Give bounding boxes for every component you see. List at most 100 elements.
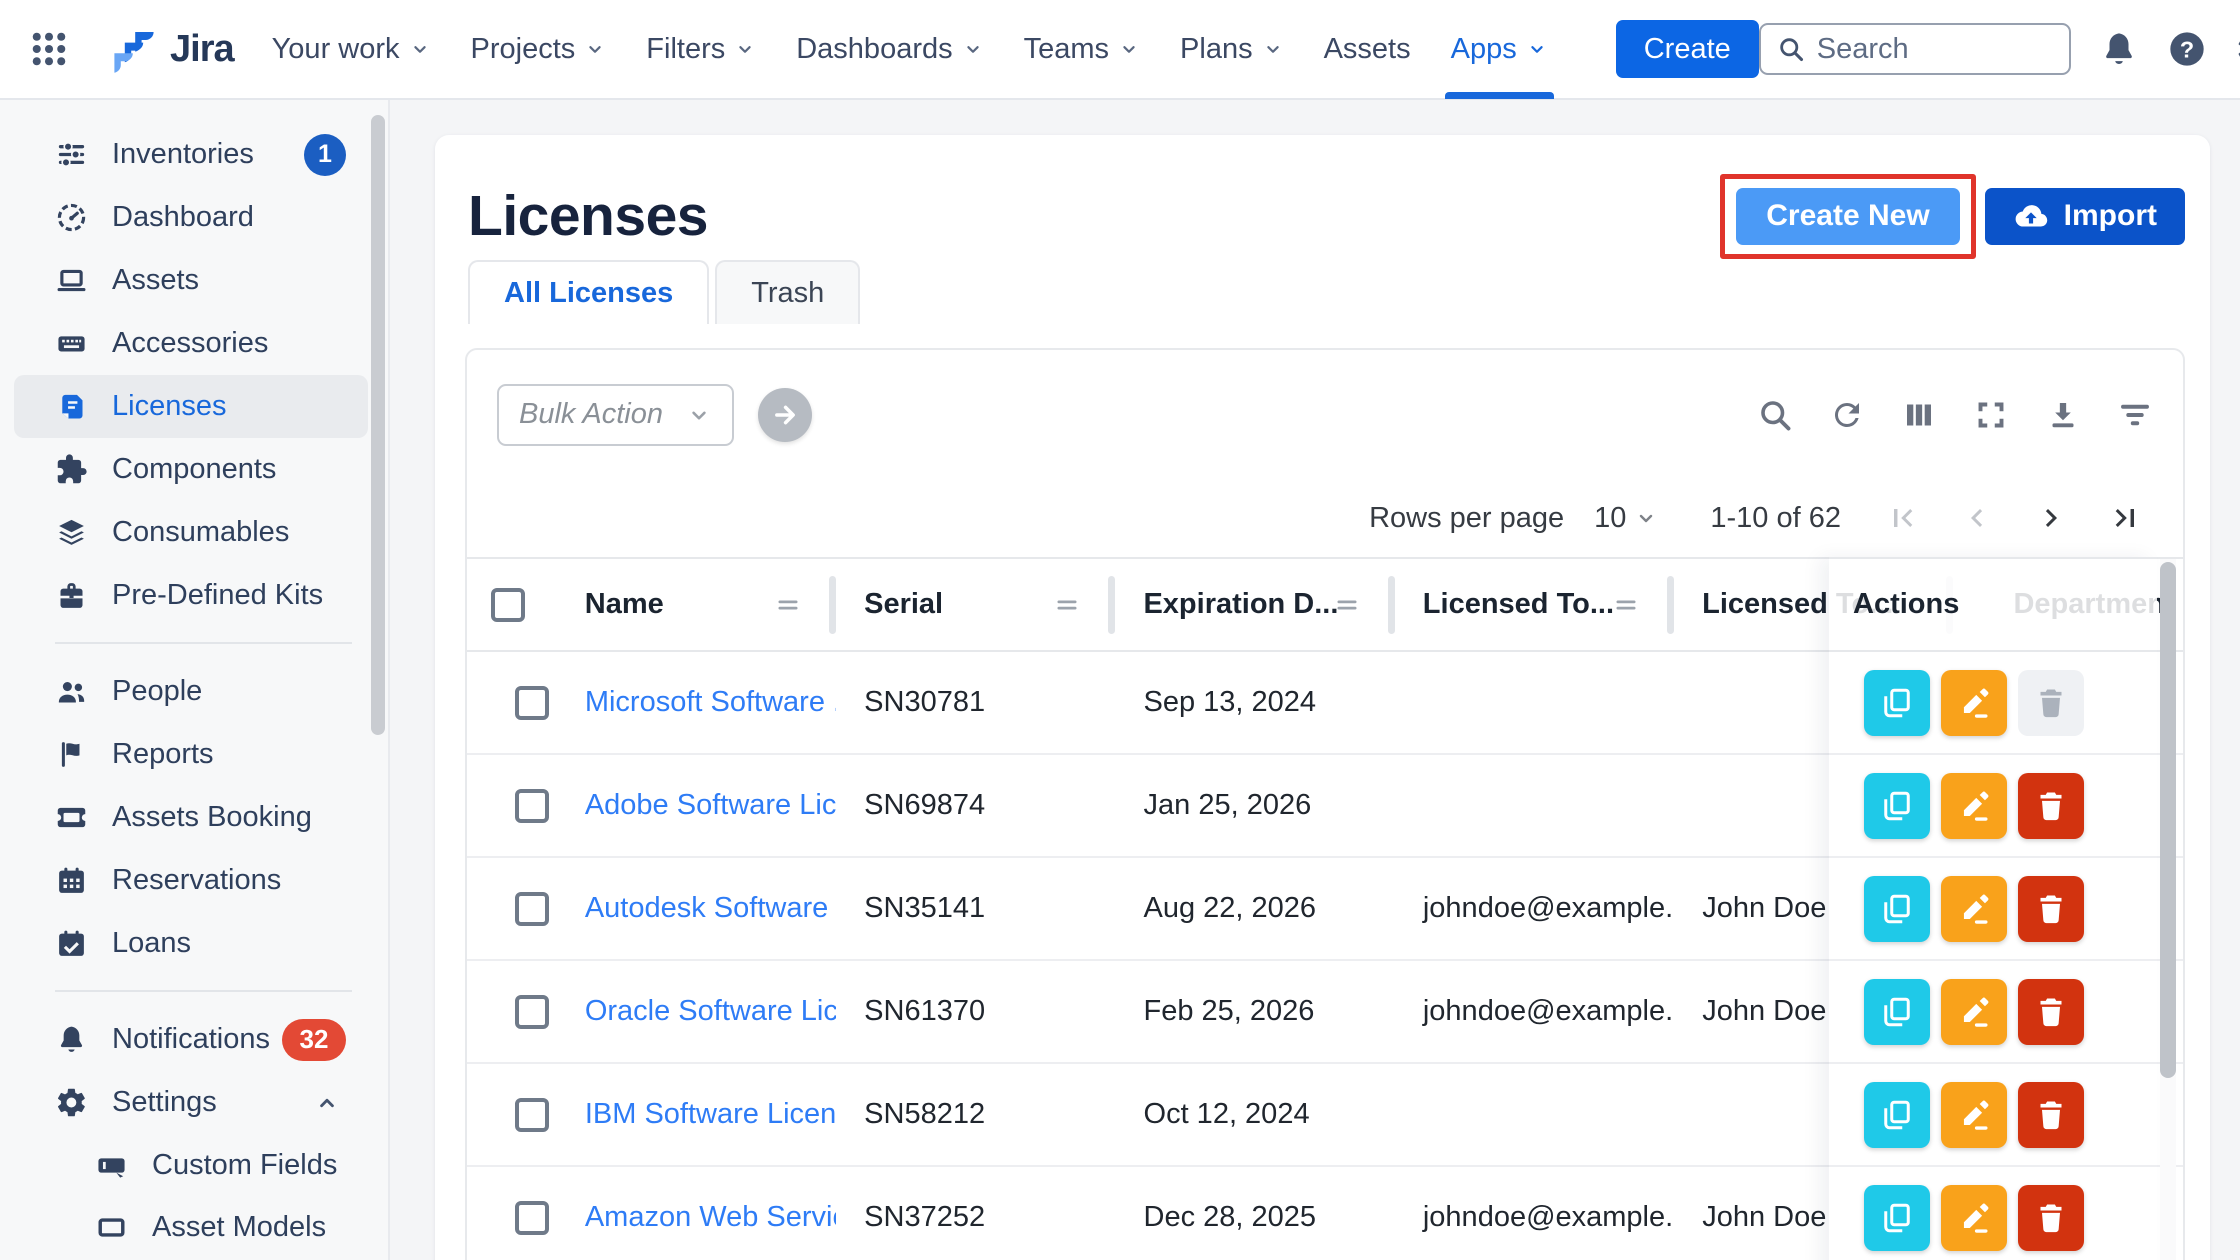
- delete-button[interactable]: [2018, 1082, 2084, 1148]
- clone-button[interactable]: [1864, 876, 1930, 942]
- import-button[interactable]: Import: [1985, 188, 2185, 245]
- create-button[interactable]: Create: [1616, 20, 1759, 78]
- search-icon[interactable]: [1757, 397, 1793, 433]
- license-name-link[interactable]: Autodesk Software L...: [557, 892, 836, 925]
- import-button-label: Import: [2064, 199, 2157, 233]
- clone-button[interactable]: [1864, 1185, 1930, 1251]
- nav-item-apps[interactable]: Apps: [1451, 0, 1548, 99]
- bulk-action-submit-button[interactable]: [758, 388, 812, 442]
- column-menu-icon[interactable]: [1333, 591, 1361, 619]
- help-icon[interactable]: ?: [2167, 29, 2207, 69]
- nav-item-label: Dashboards: [796, 33, 952, 66]
- refresh-icon[interactable]: [1829, 397, 1865, 433]
- license-name-link[interactable]: Oracle Software Lic...: [557, 995, 836, 1028]
- sidebar-item-licenses[interactable]: Licenses: [14, 375, 368, 438]
- serial-cell: SN58212: [836, 1098, 1115, 1131]
- sidebar-item-settings[interactable]: Settings: [14, 1071, 368, 1134]
- row-checkbox[interactable]: [515, 995, 549, 1029]
- download-icon[interactable]: [2045, 397, 2081, 433]
- sidebar-item-pre-defined-kits[interactable]: Pre-Defined Kits: [14, 564, 368, 627]
- filter-icon[interactable]: [2117, 397, 2153, 433]
- column-header-3[interactable]: Expiration D...: [1115, 559, 1394, 650]
- gear-icon[interactable]: [2235, 29, 2240, 69]
- nav-item-dashboards[interactable]: Dashboards: [796, 0, 983, 99]
- nav-item-teams[interactable]: Teams: [1024, 0, 1140, 99]
- column-header-2[interactable]: Serial: [836, 559, 1115, 650]
- sidebar-item-reservations[interactable]: Reservations: [14, 849, 368, 912]
- clone-button[interactable]: [1864, 1082, 1930, 1148]
- nav-item-filters[interactable]: Filters: [646, 0, 756, 99]
- sidebar-item-components[interactable]: Components: [14, 438, 368, 501]
- bell-icon[interactable]: [2099, 29, 2139, 69]
- license-name-link[interactable]: Microsoft Software ...: [557, 686, 836, 719]
- bulk-action-select[interactable]: Bulk Action: [497, 384, 734, 446]
- row-checkbox-cell: [467, 995, 557, 1029]
- sidebar-item-assets-booking[interactable]: Assets Booking: [14, 786, 368, 849]
- rows-per-page-select[interactable]: 10: [1594, 502, 1658, 535]
- nav-item-plans[interactable]: Plans: [1180, 0, 1284, 99]
- sidebar-item-custom-fields[interactable]: Custom Fields: [14, 1134, 368, 1196]
- edit-button[interactable]: [1941, 1082, 2007, 1148]
- edit-button[interactable]: [1941, 876, 2007, 942]
- last-page-button[interactable]: [2107, 500, 2143, 536]
- column-menu-icon[interactable]: [1053, 591, 1081, 619]
- tab-bar: All LicensesTrash: [468, 260, 866, 324]
- edit-button[interactable]: [1941, 670, 2007, 736]
- chevron-down-icon: [584, 38, 606, 60]
- row-checkbox[interactable]: [515, 1098, 549, 1132]
- fullscreen-icon[interactable]: [1973, 397, 2009, 433]
- edit-button[interactable]: [1941, 773, 2007, 839]
- sidebar-scrollbar-thumb[interactable]: [371, 115, 385, 735]
- jira-logo[interactable]: Jira: [108, 23, 234, 75]
- column-menu-icon[interactable]: [774, 591, 802, 619]
- delete-button[interactable]: [2018, 1185, 2084, 1251]
- edit-button[interactable]: [1941, 1185, 2007, 1251]
- row-checkbox[interactable]: [515, 789, 549, 823]
- svg-text:?: ?: [2180, 36, 2194, 62]
- table-scrollbar-thumb[interactable]: [2160, 562, 2176, 1078]
- license-name-link[interactable]: Amazon Web Servic...: [557, 1201, 836, 1234]
- nav-item-assets[interactable]: Assets: [1324, 0, 1411, 99]
- nav-item-projects[interactable]: Projects: [471, 0, 607, 99]
- clone-button[interactable]: [1864, 979, 1930, 1045]
- pagination-controls: [1885, 500, 2143, 536]
- licensed-to-cell: johndoe@example.com: [1395, 892, 1674, 925]
- select-all-checkbox[interactable]: [491, 588, 525, 622]
- delete-button[interactable]: [2018, 979, 2084, 1045]
- delete-button[interactable]: [2018, 773, 2084, 839]
- sidebar-item-loans[interactable]: Loans: [14, 912, 368, 975]
- asset-models-icon: [95, 1211, 128, 1244]
- row-checkbox[interactable]: [515, 892, 549, 926]
- global-search[interactable]: [1759, 23, 2071, 75]
- sidebar-item-accessories[interactable]: Accessories: [14, 312, 368, 375]
- column-menu-icon[interactable]: [1612, 591, 1640, 619]
- sidebar-item-assets[interactable]: Assets: [14, 249, 368, 312]
- sidebar-item-asset-models[interactable]: Asset Models: [14, 1196, 368, 1258]
- license-name-link[interactable]: IBM Software Licens...: [557, 1098, 836, 1131]
- app-switcher-icon[interactable]: [28, 28, 70, 70]
- sidebar-item-dashboard[interactable]: Dashboard: [14, 186, 368, 249]
- create-new-button[interactable]: Create New: [1736, 188, 1959, 245]
- sidebar-item-inventories[interactable]: Inventories1: [14, 123, 368, 186]
- sidebar-item-notifications[interactable]: Notifications32: [14, 1008, 368, 1071]
- delete-button[interactable]: [2018, 876, 2084, 942]
- sidebar-item-reports[interactable]: Reports: [14, 723, 368, 786]
- clone-button[interactable]: [1864, 773, 1930, 839]
- tab-all-licenses[interactable]: All Licenses: [468, 260, 709, 324]
- search-input[interactable]: [1817, 33, 2053, 66]
- sidebar-item-label: Assets: [112, 264, 199, 297]
- edit-button[interactable]: [1941, 979, 2007, 1045]
- license-name-link[interactable]: Adobe Software Lice...: [557, 789, 836, 822]
- tab-trash[interactable]: Trash: [715, 260, 860, 324]
- row-checkbox[interactable]: [515, 686, 549, 720]
- clone-button[interactable]: [1864, 670, 1930, 736]
- nav-item-your-work[interactable]: Your work: [272, 0, 431, 99]
- columns-icon[interactable]: [1901, 397, 1937, 433]
- sidebar-item-people[interactable]: People: [14, 660, 368, 723]
- kits-icon: [55, 579, 88, 612]
- column-header-1[interactable]: Name: [557, 559, 836, 650]
- sidebar-item-consumables[interactable]: Consumables: [14, 501, 368, 564]
- column-header-4[interactable]: Licensed To...: [1395, 559, 1674, 650]
- next-page-button[interactable]: [2033, 500, 2069, 536]
- row-checkbox[interactable]: [515, 1201, 549, 1235]
